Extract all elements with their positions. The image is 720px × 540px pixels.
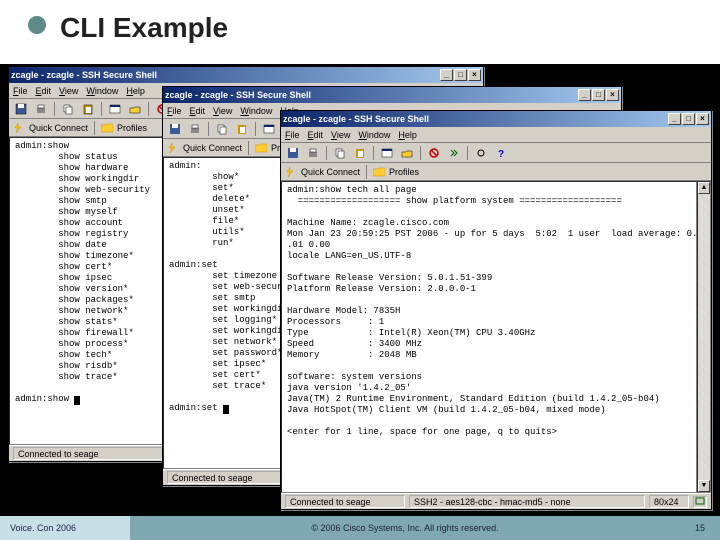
status-dims: 80x24: [649, 495, 689, 508]
copy-icon[interactable]: [59, 101, 77, 117]
profiles-button[interactable]: Profiles: [117, 123, 147, 133]
paste-icon[interactable]: [351, 145, 369, 161]
terminal-output[interactable]: admin:show tech all page ===============…: [281, 181, 697, 493]
cursor-block: [74, 396, 80, 405]
maximize-button[interactable]: □: [682, 113, 695, 125]
copy-icon[interactable]: [213, 121, 231, 137]
minimize-button[interactable]: _: [440, 69, 453, 81]
scroll-down-icon[interactable]: ▼: [698, 480, 710, 492]
titlebar[interactable]: zcagle - zcagle - SSH Secure Shell _ □ ×: [9, 67, 483, 83]
maximize-button[interactable]: □: [454, 69, 467, 81]
connect-icon[interactable]: [445, 145, 463, 161]
svg-text:?: ?: [498, 149, 504, 159]
cursor-block: [223, 405, 229, 414]
menu-file[interactable]: File: [167, 106, 182, 116]
menu-window[interactable]: Window: [240, 106, 272, 116]
menu-view[interactable]: View: [331, 130, 350, 140]
menu-view[interactable]: View: [59, 86, 78, 96]
slide-footer: Voice. Con 2006 © 2006 Cisco Systems, In…: [0, 516, 720, 540]
footer-page-number: 15: [680, 523, 720, 533]
statusbar: Connected to seage SSH2 - aes128-cbc - h…: [281, 493, 711, 509]
menu-file[interactable]: FFileile: [13, 86, 28, 96]
footer-left: Voice. Con 2006: [0, 523, 130, 533]
save-icon[interactable]: [12, 101, 30, 117]
minimize-button[interactable]: _: [578, 89, 591, 101]
lightning-icon: [285, 167, 297, 177]
help-icon[interactable]: ?: [492, 145, 510, 161]
new-terminal-icon[interactable]: [106, 101, 124, 117]
close-button[interactable]: ×: [696, 113, 709, 125]
menu-window[interactable]: Window: [358, 130, 390, 140]
paste-icon[interactable]: [233, 121, 251, 137]
sftp-icon[interactable]: [398, 145, 416, 161]
window-title: zcagle - zcagle - SSH Secure Shell: [165, 90, 577, 100]
window-title: zcagle - zcagle - SSH Secure Shell: [283, 114, 667, 124]
lightning-icon: [13, 123, 25, 133]
menu-view[interactable]: View: [213, 106, 232, 116]
numlock-icon: [693, 496, 707, 508]
quick-connect-button[interactable]: Quick Connect: [301, 167, 360, 177]
window-title: zcagle - zcagle - SSH Secure Shell: [11, 70, 439, 80]
menu-help[interactable]: Help: [398, 130, 417, 140]
slide: CLI Example zcagle - zcagle - SSH Secure…: [0, 0, 720, 540]
connect-bar: Quick Connect Profiles: [281, 163, 711, 181]
menu-file[interactable]: File: [285, 130, 300, 140]
lightning-icon: [167, 143, 179, 153]
disconnect-icon[interactable]: [425, 145, 443, 161]
print-icon[interactable]: [186, 121, 204, 137]
folder-icon: [373, 167, 385, 177]
menubar: File Edit View Window Help: [281, 127, 711, 143]
print-icon[interactable]: [32, 101, 50, 117]
menu-edit[interactable]: Edit: [36, 86, 52, 96]
folder-icon: [255, 143, 267, 153]
menu-edit[interactable]: Edit: [308, 130, 324, 140]
close-button[interactable]: ×: [606, 89, 619, 101]
save-icon[interactable]: [284, 145, 302, 161]
paste-icon[interactable]: [79, 101, 97, 117]
scrollbar[interactable]: ▲▼: [697, 181, 711, 493]
settings-icon[interactable]: [472, 145, 490, 161]
maximize-button[interactable]: □: [592, 89, 605, 101]
menu-edit[interactable]: Edit: [190, 106, 206, 116]
new-terminal-icon[interactable]: [378, 145, 396, 161]
quick-connect-button[interactable]: Quick Connect: [183, 143, 242, 153]
menu-help[interactable]: Help: [126, 86, 145, 96]
sftp-icon[interactable]: [126, 101, 144, 117]
slide-header: CLI Example: [0, 0, 720, 64]
ssh-window-tech[interactable]: zcagle - zcagle - SSH Secure Shell _ □ ×…: [280, 110, 712, 510]
folder-icon: [101, 123, 113, 133]
titlebar[interactable]: zcagle - zcagle - SSH Secure Shell _ □ ×: [281, 111, 711, 127]
status-text: Connected to seage: [285, 495, 405, 508]
save-icon[interactable]: [166, 121, 184, 137]
menu-window[interactable]: Window: [86, 86, 118, 96]
close-button[interactable]: ×: [468, 69, 481, 81]
page-title: CLI Example: [60, 12, 228, 44]
profiles-button[interactable]: Profiles: [389, 167, 419, 177]
print-icon[interactable]: [304, 145, 322, 161]
titlebar[interactable]: zcagle - zcagle - SSH Secure Shell _ □ ×: [163, 87, 621, 103]
scroll-up-icon[interactable]: ▲: [698, 182, 710, 194]
copy-icon[interactable]: [331, 145, 349, 161]
workspace: zcagle - zcagle - SSH Secure Shell _ □ ×…: [4, 64, 716, 514]
footer-center: © 2006 Cisco Systems, Inc. All rights re…: [130, 523, 680, 533]
new-terminal-icon[interactable]: [260, 121, 278, 137]
status-cipher: SSH2 - aes128-cbc - hmac-md5 - none: [409, 495, 645, 508]
toolbar: ?: [281, 143, 711, 163]
quick-connect-button[interactable]: Quick Connect: [29, 123, 88, 133]
accent-dot: [28, 16, 46, 34]
minimize-button[interactable]: _: [668, 113, 681, 125]
